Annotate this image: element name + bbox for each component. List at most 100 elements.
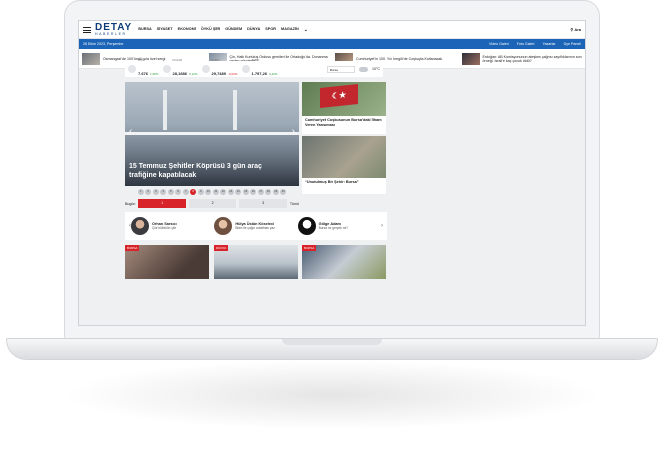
slider-caption[interactable]: 15 Temmuz Şehitler Köprüsü 3 gün araç tr… [129, 162, 269, 180]
nav-item-spor[interactable]: SPOR [265, 27, 276, 33]
market-value: 29,7489 [211, 71, 226, 76]
market-item-bist[interactable]: BIST 7.676 1,96% [128, 58, 159, 80]
date-bar: 26 Ekim 2023, Perşembe Video Galeri Foto… [79, 39, 585, 49]
page-dot[interactable]: 5 [167, 189, 174, 195]
page-dot[interactable]: 20 [280, 189, 287, 195]
laptop-notch [282, 339, 382, 345]
nav-item-dunya[interactable]: DÜNYA [247, 27, 260, 33]
temperature: 10°C [371, 67, 380, 71]
laptop-shadow [60, 360, 604, 430]
main-nav: BURSA SİYASET EKONOMİ ÖYKÜ ŞİİR GÜNDEM D… [138, 27, 308, 33]
photo-gallery-link[interactable]: Foto Galeri [517, 42, 535, 46]
market-label: DOLAR [172, 58, 183, 62]
market-change: 1,96% [150, 72, 159, 76]
news-thumbnail [461, 52, 480, 65]
market-ticker: BIST 7.676 1,96% DOLAR 28,1686 0,12% EURO … [125, 58, 383, 80]
market-item-dolar[interactable]: DOLAR 28,1686 0,12% [162, 58, 198, 80]
dollar-icon [162, 65, 171, 73]
bridge-deck [125, 132, 299, 135]
page-dot[interactable]: 19 [272, 189, 279, 195]
slider-pagination: 1 2 3 4 5 6 7 8 9 10 11 12 13 14 15 16 17 18 19 20 [125, 189, 299, 197]
member-panel-link[interactable]: Üye Paneli [564, 42, 581, 46]
city-select[interactable]: Bursa [326, 65, 355, 73]
market-value: 28,1686 [172, 71, 187, 76]
weather-widget: Bursa 10°C [326, 65, 380, 73]
nav-item-oyku-siir[interactable]: ÖYKÜ ŞİİR [201, 27, 220, 33]
nav-item-magazin[interactable]: MAGAZİN [281, 27, 299, 33]
chevron-right-icon[interactable]: › [381, 223, 383, 229]
side-news-card[interactable]: “Unutulmuş Bir Şehir: Bursa” [302, 136, 386, 194]
page-dot[interactable]: 17 [257, 189, 264, 195]
news-card[interactable]: BURSA [125, 245, 209, 279]
hamburger-menu-icon[interactable] [83, 26, 91, 33]
page-dot[interactable]: 1 [137, 189, 144, 195]
avatar [214, 217, 233, 235]
euro-icon [201, 65, 210, 73]
slider-prev-icon[interactable]: ‹ [129, 126, 132, 137]
page-dot[interactable]: 15 [242, 189, 249, 195]
gold-icon [241, 65, 250, 73]
page-dot[interactable]: 10 [205, 189, 212, 195]
tab-3[interactable]: 3 [239, 199, 287, 208]
page-dot[interactable]: 4 [160, 189, 167, 195]
market-item-altin[interactable]: ALTIN 1.797,26 0,42% [241, 58, 278, 80]
market-change: 0,12% [189, 72, 198, 76]
market-label: BIST [138, 58, 145, 62]
category-badge: BURSA [125, 245, 140, 251]
page-dot[interactable]: 3 [152, 189, 159, 195]
page-dot[interactable]: 6 [175, 189, 182, 195]
tab-1[interactable]: 1 [138, 199, 186, 208]
news-image [302, 136, 386, 178]
page-dot[interactable]: 18 [265, 189, 272, 195]
nav-item-ekonomi[interactable]: EKONOMİ [178, 27, 196, 33]
page-dot[interactable]: 9 [197, 189, 204, 195]
author-item[interactable]: Orhan Sarsıcı Çile bülbülün çile [131, 217, 214, 235]
market-value: 7.676 [138, 71, 149, 76]
page-dot[interactable]: 16 [250, 189, 257, 195]
logo-sub: HABERLER [95, 31, 127, 36]
page-dot[interactable]: 12 [220, 189, 227, 195]
page-dot[interactable]: 14 [235, 189, 242, 195]
page-dot[interactable]: 11 [212, 189, 219, 195]
breaking-item[interactable]: Erdoğan: AB Komisyonunun ateşkes çağrısı… [459, 49, 586, 68]
chart-icon [128, 65, 136, 73]
flag-banner: ☾★ [320, 84, 358, 108]
market-label: ALTIN [251, 58, 260, 62]
slider-next-icon[interactable]: › [292, 126, 295, 137]
author-article: Bilen ile çağın anlattılan yaz [235, 226, 275, 230]
author-article: Bursa mı gerçek mi? [318, 226, 348, 230]
news-image: ☾★ [302, 82, 386, 116]
cloud-icon [358, 66, 368, 72]
chevron-down-icon[interactable]: ⌄ [304, 27, 308, 33]
market-value: 1.797,26 [251, 71, 268, 76]
tab-today[interactable]: Bugün [125, 202, 135, 206]
market-change: -0,03% [227, 72, 238, 76]
market-label: EURO [211, 58, 220, 62]
market-item-euro[interactable]: EURO 29,7489 -0,03% [201, 58, 238, 80]
nav-item-bursa[interactable]: BURSA [138, 27, 152, 33]
side-news-card[interactable]: ☾★ Cumhuriyet Coşkusunun Bursa’daki İlha… [302, 82, 386, 134]
page-dot[interactable]: 7 [182, 189, 189, 195]
nav-item-siyaset[interactable]: SİYASET [157, 27, 173, 33]
market-change: 0,42% [269, 72, 278, 76]
tab-2[interactable]: 2 [188, 199, 237, 208]
author-item[interactable]: Hülya Üstün Köseleci Bilen ile çağın anl… [214, 217, 297, 235]
news-thumbnail [82, 52, 100, 65]
author-article: Çile bülbülün çile [152, 226, 177, 230]
nav-item-gundem[interactable]: GÜNDEM [225, 27, 242, 33]
tab-all[interactable]: Tümü [290, 202, 299, 206]
page-dot[interactable]: 2 [145, 189, 152, 195]
video-gallery-link[interactable]: Video Galeri [489, 42, 509, 46]
news-card[interactable]: DÜNYA [214, 245, 298, 279]
search-button[interactable]: ⚲ Ara [570, 27, 581, 32]
site-header: DETAY HABERLER BURSA SİYASET EKONOMİ ÖYK… [79, 21, 585, 39]
authors-link[interactable]: Yazarlar [542, 42, 555, 46]
news-card[interactable]: BURSA [302, 245, 386, 279]
author-item[interactable]: Gölge Adam Bursa mı gerçek mi? [297, 217, 381, 235]
avatar [297, 217, 316, 235]
page-dot[interactable]: 13 [227, 189, 234, 195]
page-dot[interactable]: 8 [190, 189, 197, 195]
headline-slider[interactable]: ‹ › 15 Temmuz Şehitler Köprüsü 3 gün ara… [125, 82, 299, 186]
category-badge: DÜNYA [214, 245, 229, 251]
site-logo[interactable]: DETAY HABERLER [95, 22, 132, 37]
